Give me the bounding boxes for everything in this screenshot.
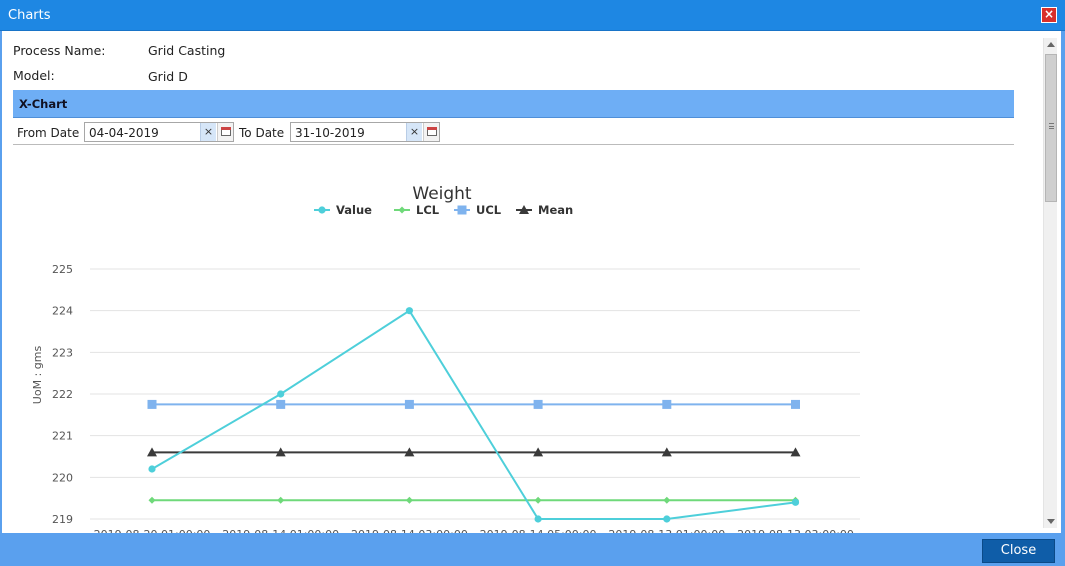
series-line-value xyxy=(151,309,796,520)
y-tick-label: 220 xyxy=(52,471,73,484)
from-date-label: From Date xyxy=(17,126,80,140)
point-value xyxy=(277,390,285,398)
point-ucl xyxy=(404,399,414,409)
model-value: Grid D xyxy=(148,69,188,84)
to-date-calendar-icon[interactable] xyxy=(423,123,439,141)
point-lcl xyxy=(663,496,671,504)
date-filter-row: From Date 04-04-2019 × To Date 31-10-201… xyxy=(13,120,1014,145)
legend-label: Mean xyxy=(538,203,573,217)
model-label: Model: xyxy=(13,68,55,83)
scroll-up-icon[interactable] xyxy=(1047,42,1055,47)
point-ucl xyxy=(147,399,157,409)
window-title: Charts xyxy=(8,8,51,23)
weight-chart: WeightUoM : gms2192202212222232242252019… xyxy=(14,148,870,533)
to-date-field[interactable]: 31-10-2019 × xyxy=(290,122,440,142)
y-axis-label: UoM : gms xyxy=(31,346,44,405)
y-tick-label: 221 xyxy=(52,430,73,443)
from-date-calendar-icon[interactable] xyxy=(217,123,233,141)
point-value xyxy=(791,498,800,506)
point-lcl xyxy=(148,496,156,504)
point-value xyxy=(663,515,671,523)
y-tick-label: 219 xyxy=(52,513,73,526)
scroll-thumb[interactable] xyxy=(1045,54,1057,202)
legend-label: UCL xyxy=(476,203,502,217)
y-tick-label: 222 xyxy=(52,388,73,401)
to-date-label: To Date xyxy=(239,126,285,140)
section-title: X-Chart xyxy=(19,97,68,111)
from-date-value[interactable]: 04-04-2019 xyxy=(89,126,159,140)
window-close-icon[interactable]: × xyxy=(1041,7,1057,23)
y-tick-label: 225 xyxy=(52,263,73,276)
dialog-footer: Close xyxy=(0,533,1065,566)
legend-marker xyxy=(318,206,326,214)
chart-title: Weight xyxy=(412,184,472,204)
point-ucl xyxy=(662,399,672,409)
legend-label: Value xyxy=(336,203,372,217)
to-date-clear-icon[interactable]: × xyxy=(406,123,422,141)
close-button[interactable]: Close xyxy=(982,539,1055,563)
process-name-label: Process Name: xyxy=(13,43,106,58)
window-titlebar: Charts × xyxy=(0,0,1065,31)
legend-marker xyxy=(457,205,467,215)
point-value xyxy=(148,465,156,473)
vertical-scrollbar[interactable] xyxy=(1043,38,1057,528)
y-tick-label: 223 xyxy=(52,346,73,359)
legend-marker xyxy=(398,206,406,214)
point-value xyxy=(405,307,413,315)
point-value xyxy=(534,515,542,523)
dialog-content: Process Name: Grid Casting Model: Grid D… xyxy=(2,31,1061,533)
from-date-clear-icon[interactable]: × xyxy=(200,123,216,141)
scroll-down-icon[interactable] xyxy=(1047,519,1055,524)
weight-chart-svg: WeightUoM : gms2192202212222232242252019… xyxy=(31,184,860,533)
point-ucl xyxy=(276,399,286,409)
process-name-value: Grid Casting xyxy=(148,43,226,58)
y-tick-label: 224 xyxy=(52,305,73,318)
x-chart-section-header: X-Chart xyxy=(13,90,1014,118)
legend-label: LCL xyxy=(416,203,440,217)
from-date-field[interactable]: 04-04-2019 × xyxy=(84,122,234,142)
point-lcl xyxy=(405,496,413,504)
point-lcl xyxy=(534,496,542,504)
point-ucl xyxy=(533,399,543,409)
to-date-value[interactable]: 31-10-2019 xyxy=(295,126,365,140)
point-lcl xyxy=(277,496,285,504)
point-ucl xyxy=(791,399,800,409)
